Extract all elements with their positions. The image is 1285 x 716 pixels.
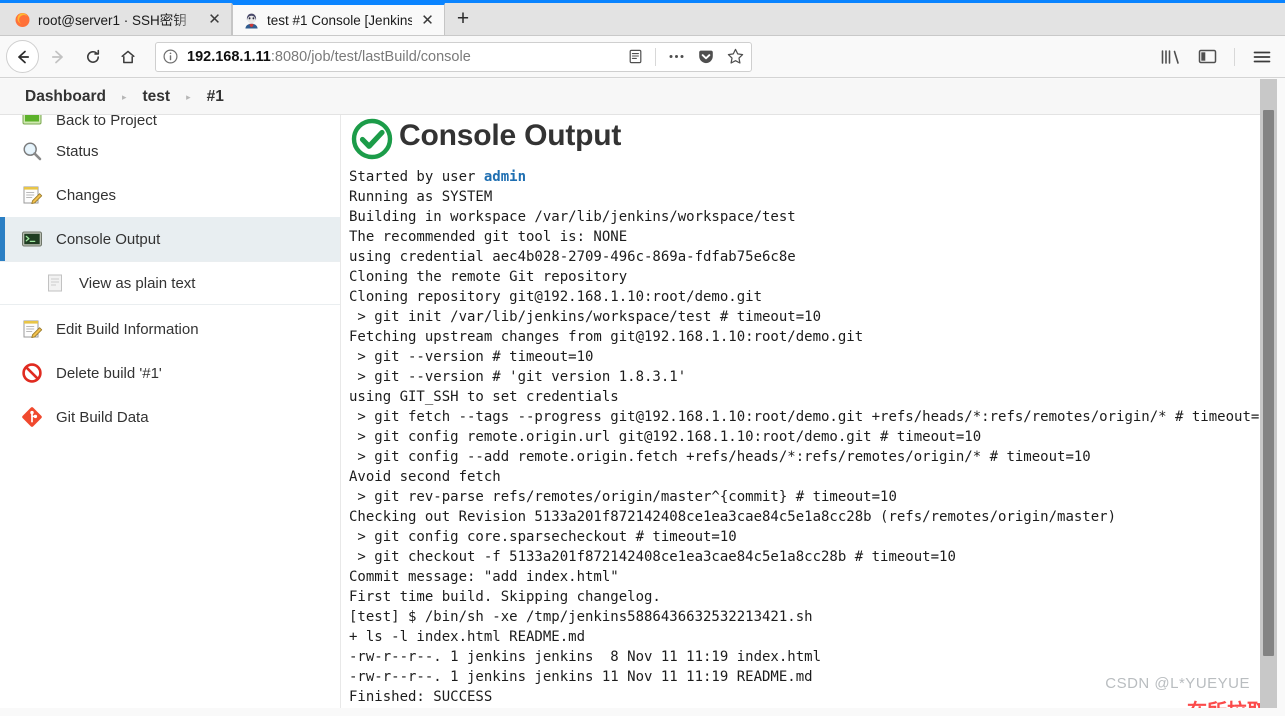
sidebar-item-back-to-project[interactable]: Back to Project <box>0 115 340 129</box>
forward-arrow-icon <box>41 40 74 73</box>
sidebar-item-status[interactable]: Status <box>0 129 340 173</box>
breadcrumb-separator-icon: ▸ <box>121 92 127 102</box>
new-tab-button[interactable]: + <box>445 3 481 35</box>
watermark: CSDN @L*YUEYUE <box>1105 675 1250 692</box>
url-host: 192.168.1.11 <box>187 48 271 65</box>
sidebar-item-label: Git Build Data <box>56 408 149 426</box>
url-bar-icons <box>627 47 745 66</box>
sidebar-item-label: View as plain text <box>79 274 196 292</box>
success-check-icon <box>349 116 395 162</box>
tab-title: test #1 Console [Jenkins] <box>267 12 412 28</box>
info-circle-icon[interactable] <box>162 48 179 65</box>
library-icon[interactable] <box>1159 47 1181 67</box>
breadcrumb-test[interactable]: test <box>143 88 171 106</box>
magnifier-icon <box>21 140 43 162</box>
browser-tab-jenkins[interactable]: test #1 Console [Jenkins] ✕ <box>232 3 445 35</box>
log-line-started: Started by user admin <box>349 169 526 185</box>
terminal-icon <box>21 228 43 250</box>
url-text[interactable]: 192.168.1.11:8080/job/test/lastBuild/con… <box>187 49 619 65</box>
sidebar-item-label: Delete build '#1' <box>56 364 162 382</box>
url-path: :8080/job/test/lastBuild/console <box>270 48 471 65</box>
page-title: Console Output <box>399 119 622 152</box>
divider <box>1234 47 1235 66</box>
sidebar-item-view-as-plain-text[interactable]: View as plain text <box>0 261 340 305</box>
firefox-browser-window: root@server1 · SSH密钥 ✕ test #1 Console [… <box>0 0 1285 716</box>
sidebar-item-delete-build[interactable]: Delete build '#1' <box>0 351 340 395</box>
pocket-icon[interactable] <box>697 48 715 66</box>
sidebar-item-label: Status <box>56 142 99 160</box>
page-body: Back to Project Status Changes Console O… <box>0 115 1268 708</box>
page-actions-icon[interactable] <box>667 48 686 65</box>
notepad-pencil-icon <box>21 318 43 340</box>
sidebar-item-label: Edit Build Information <box>56 320 199 338</box>
console-output-header: Console Output <box>349 115 1268 160</box>
reader-view-icon[interactable] <box>627 48 644 65</box>
sidebar-item-git-build-data[interactable]: Git Build Data <box>0 395 340 439</box>
sidebar-item-label: Back to Project <box>56 115 157 129</box>
page-scrollbar[interactable] <box>1260 79 1277 708</box>
home-icon[interactable] <box>111 40 144 73</box>
sidebar-item-edit-build-information[interactable]: Edit Build Information <box>0 307 340 351</box>
back-to-project-icon <box>21 115 43 129</box>
browser-tab-ssh[interactable]: root@server1 · SSH密钥 ✕ <box>4 3 232 35</box>
reload-icon[interactable] <box>76 40 109 73</box>
breadcrumb-dashboard[interactable]: Dashboard <box>25 88 106 106</box>
build-task-sidebar: Back to Project Status Changes Console O… <box>0 115 341 708</box>
breadcrumb-build-number[interactable]: #1 <box>207 88 224 106</box>
console-output-panel: Console Output Started by user admin Run… <box>341 115 1268 708</box>
breadcrumb-separator-icon: ▸ <box>186 92 191 102</box>
log-started-prefix: Started by user <box>349 169 484 185</box>
document-icon <box>44 272 66 294</box>
back-arrow-icon[interactable] <box>6 40 39 73</box>
hamburger-menu-icon[interactable] <box>1251 47 1273 67</box>
firefox-icon <box>14 11 31 28</box>
sidebar-item-label: Console Output <box>56 230 161 248</box>
screen-root: root@server1 · SSH密钥 ✕ test #1 Console [… <box>0 0 1285 716</box>
delete-forbidden-icon <box>21 362 43 384</box>
close-icon[interactable]: ✕ <box>206 11 223 28</box>
sidebar-item-label: Changes <box>56 186 117 204</box>
annotation-text: 在所拉取的仓库中执行定义好的脚本 <box>1187 695 1268 708</box>
divider <box>655 47 656 66</box>
breadcrumb: Dashboard ▸ test ▸ #1 <box>0 79 1268 115</box>
url-bar[interactable]: 192.168.1.11:8080/job/test/lastBuild/con… <box>155 41 752 72</box>
page-viewport: Dashboard ▸ test ▸ #1 Back to Project St… <box>0 79 1268 708</box>
navigation-toolbar: 192.168.1.11:8080/job/test/lastBuild/con… <box>0 36 1285 78</box>
tab-strip: root@server1 · SSH密钥 ✕ test #1 Console [… <box>0 3 1285 36</box>
git-icon <box>21 406 43 428</box>
sidebar-icon[interactable] <box>1197 47 1218 66</box>
sidebar-item-console-output[interactable]: Console Output <box>0 217 340 261</box>
console-log: Started by user admin Running as SYSTEM … <box>349 167 1268 707</box>
log-user-link[interactable]: admin <box>484 169 526 185</box>
jenkins-icon <box>243 12 260 29</box>
star-icon[interactable] <box>726 47 745 66</box>
close-icon[interactable]: ✕ <box>419 12 436 29</box>
sidebar-item-changes[interactable]: Changes <box>0 173 340 217</box>
toolbar-right-icons <box>1159 47 1279 67</box>
log-lines: Running as SYSTEM Building in workspace … <box>349 189 1268 705</box>
notepad-pencil-icon <box>21 184 43 206</box>
tab-title: root@server1 · SSH密钥 <box>38 13 187 28</box>
page-scrollbar-thumb[interactable] <box>1263 110 1274 656</box>
